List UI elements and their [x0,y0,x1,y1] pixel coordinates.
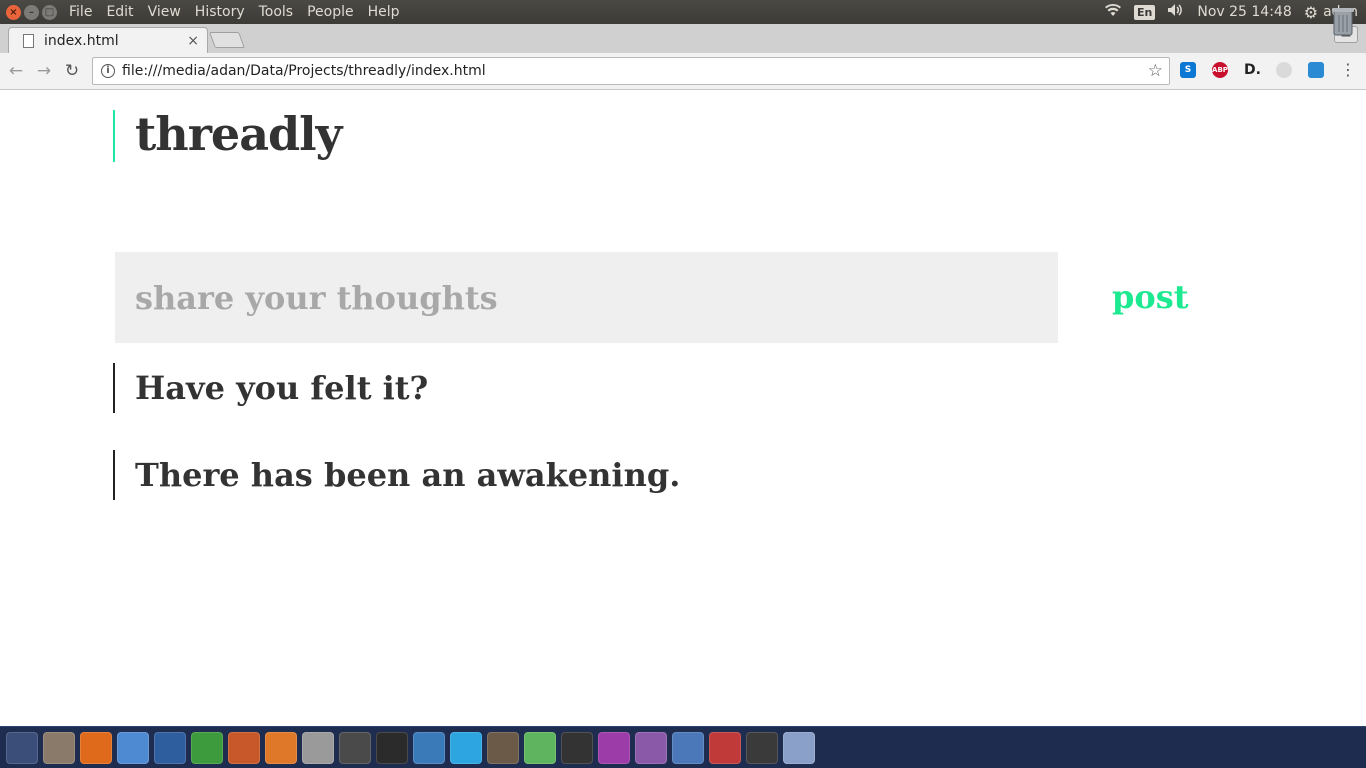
post-button[interactable]: post [1112,277,1189,317]
menu-view[interactable]: View [148,4,181,20]
thread-text: There has been an awakening. [135,456,681,494]
disconnect-icon[interactable]: D. [1244,62,1261,78]
menu-history[interactable]: History [195,4,245,20]
skype-icon[interactable]: S [1180,62,1196,78]
pidgin-icon[interactable] [635,731,667,764]
menu-file[interactable]: File [69,4,92,20]
browser-toolbar: ← → ↻ i file:///media/adan/Data/Projects… [0,53,1366,90]
wifi-icon[interactable] [1104,3,1122,21]
close-window-icon[interactable]: × [6,4,21,20]
ubuntu-dash-icon[interactable] [6,731,38,764]
reader-icon[interactable] [1308,62,1324,78]
system-top-bar: × – □ File Edit View History Tools Peopl… [0,0,1366,24]
writer-doc-icon[interactable] [154,731,186,764]
chromium-icon[interactable] [117,731,149,764]
menu-help[interactable]: Help [368,4,400,20]
reload-icon[interactable]: ↻ [60,61,84,81]
gimp-icon[interactable] [487,731,519,764]
menu-people[interactable]: People [307,4,354,20]
trash-icon[interactable] [1328,5,1358,37]
composer-box [115,252,1058,343]
volume-icon[interactable] [1167,3,1185,21]
info-icon[interactable]: i [101,64,115,78]
maximize-window-icon[interactable]: □ [42,4,57,20]
brand-header: threadly [113,107,342,162]
spiral-app-icon[interactable] [413,731,445,764]
forward-arrow-icon[interactable]: → [32,61,56,81]
menu-tools[interactable]: Tools [259,4,294,20]
bookmark-star-icon[interactable]: ☆ [1148,61,1163,81]
thought-input[interactable] [115,252,1058,343]
menu-edit[interactable]: Edit [106,4,133,20]
tab-title: index.html [44,32,119,49]
firefox-icon[interactable] [80,731,112,764]
virtualbox-icon[interactable] [672,731,704,764]
calc-icon[interactable] [191,731,223,764]
brand-title: threadly [135,107,342,161]
workspace-switcher-icon[interactable] [746,731,778,764]
thread-item[interactable]: Have you felt it? [113,363,428,413]
tab-close-icon[interactable]: × [187,33,199,49]
impress-icon[interactable] [228,731,260,764]
tab-strip: index.html × [0,24,1366,53]
adblock-icon[interactable]: ABP [1212,62,1228,78]
minimize-window-icon[interactable]: – [24,4,39,20]
browser-menu-icon[interactable]: ⋮ [1340,60,1356,79]
window-app-icon[interactable] [598,731,630,764]
tab-index-html[interactable]: index.html × [8,27,208,53]
thread-item[interactable]: There has been an awakening. [113,450,680,500]
document-icon [23,33,34,48]
app-menu-bar: File Edit View History Tools People Help [69,4,400,20]
software-center-icon[interactable] [265,731,297,764]
sublime-icon[interactable] [339,731,371,764]
keyboard-layout-indicator[interactable]: En [1133,4,1156,20]
terminal-icon[interactable] [376,731,408,764]
launcher-dock [0,726,1366,768]
address-bar[interactable]: i file:///media/adan/Data/Projects/threa… [92,57,1170,85]
system-tray: En Nov 25 14:48 ⚙ adan [1104,3,1358,22]
files-icon[interactable] [43,731,75,764]
shield-icon[interactable] [1276,62,1292,78]
atom-icon[interactable] [524,731,556,764]
clock[interactable]: Nov 25 14:48 [1197,4,1291,20]
window-controls: × – □ [6,4,57,20]
gear-icon: ⚙ [1303,2,1319,22]
drive-icon[interactable] [783,731,815,764]
telegram-icon[interactable] [450,731,482,764]
back-arrow-icon[interactable]: ← [4,61,28,81]
new-tab-button[interactable] [209,32,245,48]
thread-text: Have you felt it? [135,369,429,407]
inkscape-icon[interactable] [561,731,593,764]
settings-icon[interactable] [302,731,334,764]
usb-creator-icon[interactable] [709,731,741,764]
url-text[interactable]: file:///media/adan/Data/Projects/threadl… [122,63,1148,79]
web-page: threadly post Have you felt it? There ha… [0,91,1366,726]
